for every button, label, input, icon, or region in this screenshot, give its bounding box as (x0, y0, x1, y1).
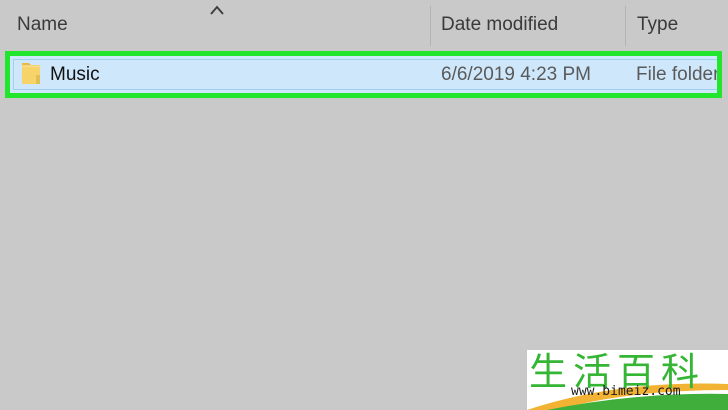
file-date-modified: 6/6/2019 4:23 PM (441, 64, 591, 85)
column-header-bar: Name Date modified Type (0, 0, 728, 48)
chevron-up-icon[interactable] (209, 4, 225, 16)
column-header-name[interactable]: Name (17, 14, 68, 36)
selection-highlight (13, 59, 717, 90)
column-header-date-modified[interactable]: Date modified (441, 14, 558, 36)
file-row-music[interactable]: Music 6/6/2019 4:23 PM File folder (5, 51, 722, 98)
file-name: Music (50, 64, 100, 85)
watermark-url: www.bimeiz.com (571, 384, 681, 399)
folder-icon (22, 63, 40, 84)
watermark-logo: 生活百科 www.bimeiz.com (527, 350, 728, 410)
column-header-type[interactable]: Type (637, 14, 678, 36)
column-divider[interactable] (625, 6, 626, 46)
column-divider[interactable] (430, 6, 431, 46)
file-type: File folder (636, 64, 720, 85)
